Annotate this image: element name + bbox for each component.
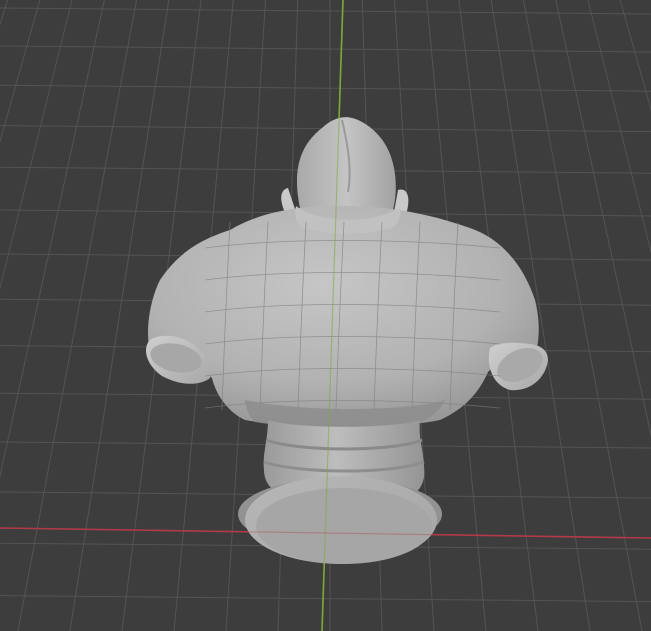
base-face xyxy=(256,488,432,564)
viewport-canvas[interactable] xyxy=(0,0,651,631)
3d-viewport[interactable] xyxy=(0,0,651,631)
